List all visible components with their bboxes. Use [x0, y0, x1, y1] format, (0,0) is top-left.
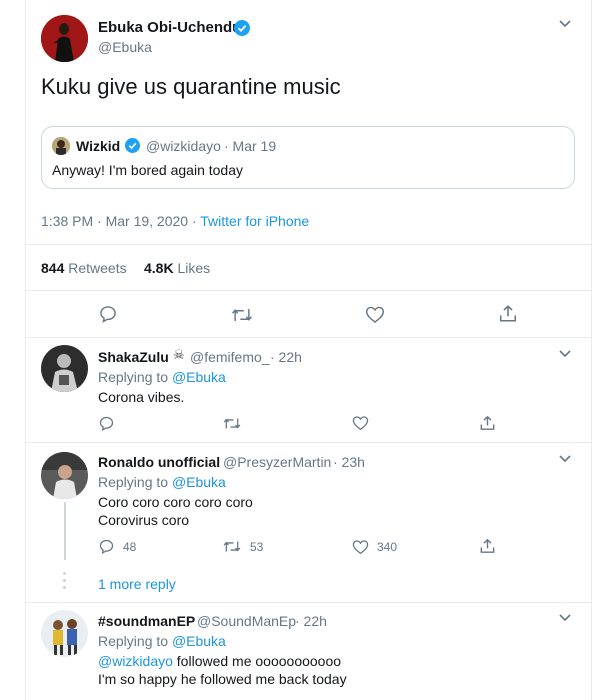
reply-author-handle[interactable]: @PresyzerMartin — [223, 454, 331, 470]
reply-text: Corona vibes. — [98, 389, 185, 405]
replying-to: Replying to @Ebuka — [98, 633, 226, 649]
reply-avatar[interactable] — [41, 452, 88, 499]
retweets-stat[interactable]: 844 Retweets — [41, 260, 127, 276]
main-author-handle[interactable]: @Ebuka — [98, 39, 152, 55]
divider — [26, 290, 591, 291]
main-author-avatar[interactable] — [41, 15, 88, 62]
reply-author-name[interactable]: Ronaldo unofficial — [98, 454, 220, 470]
retweets-count: 844 — [41, 260, 65, 276]
main-author-name[interactable]: Ebuka Obi-Uchendu — [98, 19, 241, 36]
likes-label: Likes — [177, 260, 211, 276]
replying-to-link[interactable]: @Ebuka — [172, 369, 226, 385]
divider — [26, 442, 591, 443]
reply-author-name[interactable]: #soundmanEP — [98, 613, 195, 629]
chevron-down-icon[interactable] — [558, 349, 572, 359]
reply-author-handle[interactable]: @femifemo_ — [190, 349, 270, 365]
like-icon[interactable] — [352, 539, 369, 555]
retweet-count: 53 — [250, 540, 264, 554]
share-icon[interactable] — [498, 303, 518, 324]
retweet-icon[interactable] — [222, 415, 242, 432]
mention-link[interactable]: @wizkidayo — [98, 653, 173, 669]
retweet-icon[interactable] — [230, 305, 254, 325]
thread-line — [64, 502, 66, 560]
quoted-tweet-card[interactable]: Wizkid @wizkidayo · Mar 19 Anyway! I'm b… — [41, 126, 575, 189]
likes-count: 4.8K — [144, 260, 174, 276]
tweet-thread-panel: Ebuka Obi-Uchendu @Ebuka Kuku give us qu… — [25, 0, 592, 700]
quoted-tweet-date: · Mar 19 — [224, 138, 277, 154]
reply-icon[interactable] — [98, 304, 118, 324]
timestamp-text: 1:38 PM · Mar 19, 2020 · — [41, 213, 201, 229]
reply-avatar[interactable] — [41, 610, 88, 657]
retweets-label: Retweets — [68, 260, 127, 276]
quoted-author-name: Wizkid — [76, 138, 121, 154]
divider — [26, 244, 591, 245]
replying-prefix: Replying to — [98, 474, 172, 490]
reply-author-handle[interactable]: @SoundManEp — [197, 613, 296, 629]
like-icon[interactable] — [365, 305, 385, 324]
reply-time[interactable]: · 23h — [333, 454, 365, 470]
reply-text-line: @wizkidayo followed me ooooooooooo — [98, 653, 341, 669]
quoted-author-handle: @wizkidayo — [146, 138, 221, 154]
reply-time[interactable]: · 22h — [295, 613, 327, 629]
reply-icon[interactable] — [98, 538, 115, 555]
verified-badge-icon — [125, 138, 140, 153]
reply-avatar[interactable] — [41, 345, 88, 392]
reply-text-line: I'm so happy he followed me back today — [98, 671, 347, 687]
reply-time[interactable]: · 22h — [270, 349, 302, 365]
reply-text-line: Corovirus coro — [98, 512, 190, 528]
replying-prefix: Replying to — [98, 633, 172, 649]
quoted-author-avatar — [52, 137, 70, 155]
divider — [26, 602, 591, 603]
dots-icon — [63, 572, 66, 592]
reply-author-name[interactable]: ShakaZulu — [98, 349, 169, 365]
reply-text-line: Coro coro coro coro coro — [98, 494, 253, 510]
reply-count: 48 — [123, 540, 137, 554]
chevron-down-icon[interactable] — [558, 613, 572, 623]
replying-to-link[interactable]: @Ebuka — [172, 474, 226, 490]
replying-to: Replying to @Ebuka — [98, 369, 226, 385]
like-count: 340 — [377, 540, 398, 554]
likes-stat[interactable]: 4.8K Likes — [144, 260, 210, 276]
source-link[interactable]: Twitter for iPhone — [200, 213, 309, 229]
reply-text-rest: followed me ooooooooooo — [172, 653, 342, 669]
replying-prefix: Replying to — [98, 369, 172, 385]
verified-badge-icon — [234, 20, 250, 36]
divider — [26, 337, 591, 338]
replying-to: Replying to @Ebuka — [98, 474, 226, 490]
replying-to-link[interactable]: @Ebuka — [172, 633, 226, 649]
quoted-tweet-text: Anyway! I'm bored again today — [52, 162, 244, 178]
retweet-icon[interactable] — [222, 538, 242, 555]
share-icon[interactable] — [479, 414, 496, 432]
tweet-timestamp: 1:38 PM · Mar 19, 2020 · Twitter for iPh… — [41, 213, 309, 229]
emoji-icon: ☠ — [173, 347, 185, 362]
like-icon[interactable] — [352, 415, 369, 431]
more-replies-link[interactable]: 1 more reply — [98, 576, 176, 592]
share-icon[interactable] — [479, 537, 496, 555]
reply-icon[interactable] — [98, 415, 115, 432]
main-tweet-text: Kuku give us quarantine music — [41, 74, 341, 99]
chevron-down-icon[interactable] — [558, 19, 572, 29]
chevron-down-icon[interactable] — [558, 454, 572, 464]
